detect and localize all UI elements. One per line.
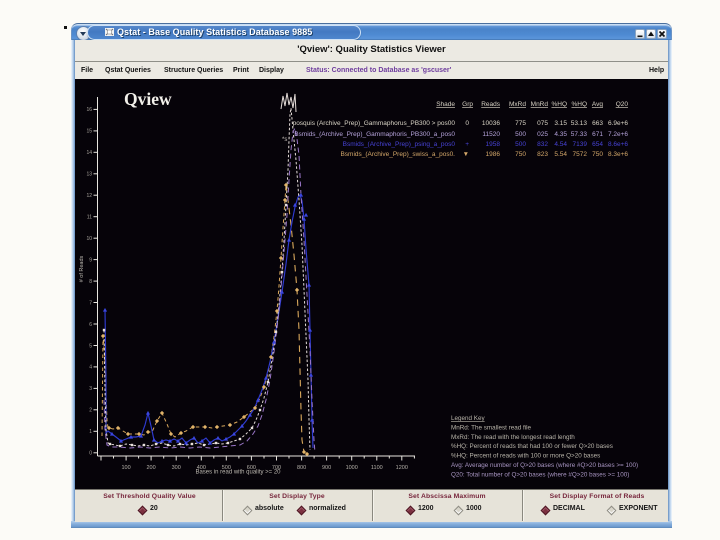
svg-text:1100: 1100 bbox=[371, 465, 383, 471]
svg-text:10: 10 bbox=[86, 236, 92, 242]
svg-text:832: 832 bbox=[537, 141, 548, 148]
svg-text:11: 11 bbox=[87, 215, 92, 221]
svg-text:MxRd: The read with the longes: MxRd: The read with the longest read len… bbox=[451, 434, 575, 441]
svg-text:900: 900 bbox=[322, 465, 331, 471]
svg-text:Bsmids_(Archive_Prep)_swiss_a_: Bsmids_(Archive_Prep)_swiss_a_pos0. bbox=[340, 151, 455, 158]
svg-text:Bsmids_(Archive_Prep)_Gammapho: Bsmids_(Archive_Prep)_Gammaphoris_PB300_… bbox=[294, 131, 455, 138]
svg-text:MnRd: MnRd bbox=[531, 101, 549, 108]
svg-text:200: 200 bbox=[147, 465, 156, 471]
svg-text:5.54: 5.54 bbox=[554, 151, 567, 158]
svg-text:1000: 1000 bbox=[346, 465, 358, 471]
svg-text:Shade: Shade bbox=[436, 101, 455, 108]
svg-text:Bases in read with quality >=: Bases in read with quality >= 20 bbox=[195, 470, 281, 476]
svg-text:Reads: Reads bbox=[481, 101, 501, 108]
svg-text:0: 0 bbox=[465, 120, 469, 127]
svg-text:800: 800 bbox=[297, 465, 306, 471]
svg-text:+: + bbox=[465, 141, 469, 148]
svg-text:%HQ: %HQ bbox=[571, 101, 587, 108]
svg-text:823: 823 bbox=[537, 151, 548, 158]
svg-text:15: 15 bbox=[86, 129, 92, 135]
svg-text:Bsmids_(Archive_Prep)_psing_a_: Bsmids_(Archive_Prep)_psing_a_pos0 bbox=[343, 141, 456, 148]
svg-text:4: 4 bbox=[89, 365, 92, 371]
svg-text:▼: ▼ bbox=[463, 151, 469, 158]
svg-text:7139: 7139 bbox=[573, 141, 588, 148]
svg-text:750: 750 bbox=[592, 151, 603, 158]
svg-text:Qview: Qview bbox=[124, 89, 172, 109]
svg-text:6.9e+6: 6.9e+6 bbox=[608, 120, 628, 127]
svg-text:Legend Key: Legend Key bbox=[451, 415, 485, 422]
svg-text:2: 2 bbox=[89, 408, 92, 414]
svg-text:13: 13 bbox=[86, 172, 92, 178]
svg-text:025: 025 bbox=[537, 131, 548, 138]
svg-text:Q20: Total number of Q>20 base: Q20: Total number of Q>20 bases (where #… bbox=[451, 471, 629, 478]
svg-text:Grp: Grp bbox=[462, 101, 473, 108]
svg-text:57.33: 57.33 bbox=[571, 131, 588, 138]
svg-text:500: 500 bbox=[515, 141, 526, 148]
svg-text:*s: *s bbox=[282, 137, 287, 143]
svg-text:Avg: Average number of Q>20 ba: Avg: Average number of Q>20 bases (where… bbox=[451, 462, 638, 469]
svg-text:1958: 1958 bbox=[486, 141, 501, 148]
svg-text:%HQ: Percent of reads with 100: %HQ: Percent of reads with 100 or more Q… bbox=[451, 453, 600, 460]
svg-text:9: 9 bbox=[89, 257, 92, 263]
svg-text:7: 7 bbox=[89, 300, 92, 306]
svg-text:7572: 7572 bbox=[573, 151, 588, 158]
svg-text:14: 14 bbox=[86, 150, 92, 156]
svg-text:671: 671 bbox=[592, 131, 603, 138]
svg-text:MxRd: MxRd bbox=[509, 101, 526, 108]
svg-text:663: 663 bbox=[592, 120, 603, 127]
svg-text:8.6e+6: 8.6e+6 bbox=[608, 141, 628, 148]
svg-text:3: 3 bbox=[89, 386, 92, 392]
svg-text:53.13: 53.13 bbox=[571, 120, 588, 127]
svg-text:1200: 1200 bbox=[396, 465, 408, 471]
svg-text:300: 300 bbox=[172, 465, 181, 471]
svg-text:1986: 1986 bbox=[486, 151, 501, 158]
svg-text:%HQ: Percent of reads that had: %HQ: Percent of reads that had 100 or fe… bbox=[451, 443, 613, 450]
svg-text:6: 6 bbox=[89, 322, 92, 328]
svg-text:0: 0 bbox=[89, 451, 92, 457]
svg-text:10036: 10036 bbox=[482, 120, 500, 127]
svg-text:8.3e+6: 8.3e+6 bbox=[608, 151, 628, 158]
svg-text:654: 654 bbox=[592, 141, 603, 148]
svg-text:8: 8 bbox=[89, 279, 92, 285]
svg-text:# of Reads: # of Reads bbox=[79, 255, 85, 282]
svg-text:1: 1 bbox=[89, 429, 92, 435]
svg-text:Avg: Avg bbox=[592, 101, 603, 108]
svg-text:500: 500 bbox=[515, 131, 526, 138]
svg-text:MnRd: The smallest read file: MnRd: The smallest read file bbox=[451, 424, 532, 431]
svg-text:12: 12 bbox=[86, 193, 92, 199]
svg-text:Q20: Q20 bbox=[616, 101, 629, 108]
svg-text:075: 075 bbox=[537, 120, 548, 127]
svg-text:11520: 11520 bbox=[482, 131, 500, 138]
svg-text:750: 750 bbox=[515, 151, 526, 158]
svg-text:5: 5 bbox=[89, 343, 92, 349]
svg-text:7.2e+6: 7.2e+6 bbox=[608, 131, 628, 138]
svg-text:16: 16 bbox=[86, 107, 92, 113]
svg-text:4.35: 4.35 bbox=[554, 131, 567, 138]
svg-text:%HQ: %HQ bbox=[551, 101, 567, 108]
svg-text:posquis (Archive_Prep)_Gammaph: posquis (Archive_Prep)_Gammaphorus_PB300… bbox=[293, 120, 456, 127]
svg-text:100: 100 bbox=[122, 465, 131, 471]
svg-text:775: 775 bbox=[515, 120, 526, 127]
svg-text:4.54: 4.54 bbox=[554, 141, 567, 148]
svg-text:3.15: 3.15 bbox=[554, 120, 567, 127]
